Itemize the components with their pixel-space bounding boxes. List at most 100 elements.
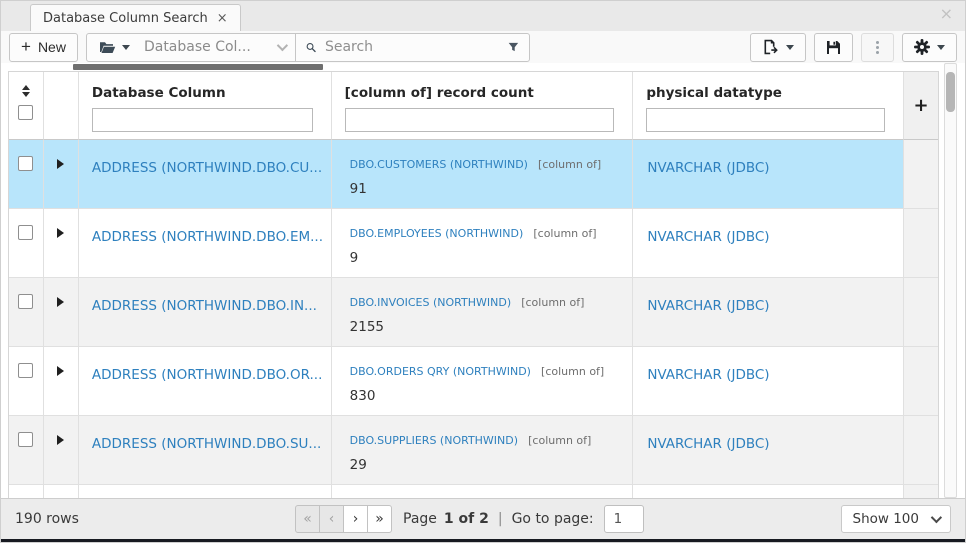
row-expand-cell	[44, 209, 79, 278]
horizontal-scrollbar[interactable]	[8, 63, 939, 71]
goto-page-input[interactable]	[604, 505, 644, 533]
goto-page-label: Go to page:	[512, 511, 594, 527]
table-grid: Database Column [column of] record count…	[8, 71, 939, 498]
database-column-cell: ADDRESS (NORTHWIND.DBO.CU...	[79, 140, 332, 209]
search-box	[295, 34, 529, 61]
database-column-link[interactable]: ADDRESS (NORTHWIND.DBO.OR...	[92, 367, 322, 383]
row-checkbox[interactable]	[18, 156, 33, 171]
parent-table-link[interactable]: DBO.ORDERS QRY (NORTHWIND)	[350, 365, 531, 378]
table-header-row: Database Column [column of] record count…	[9, 72, 938, 140]
parent-table-link[interactable]: DBO.EMPLOYEES (NORTHWIND)	[350, 227, 524, 240]
folder-dropdown-button[interactable]	[87, 34, 140, 61]
previous-page-button[interactable]: ‹	[319, 505, 344, 533]
record-count-cell: DBO.SUPPLIERS (NORTHWIND) [column of] 29	[332, 416, 634, 485]
physical-datatype-link[interactable]: NVARCHAR (JDBC)	[647, 298, 769, 314]
search-type-value: Database Col...	[144, 39, 251, 55]
horizontal-scrollbar-thumb[interactable]	[73, 64, 323, 70]
footer-bar: 190 rows « ‹ › » Page 1 of 2 | Go to pag…	[1, 498, 965, 539]
toolbar: + New Database Col...	[1, 31, 965, 63]
record-count-cell: DBO.CUSTOMERS (NORTHWIND) [column of] 91	[332, 140, 634, 209]
table-row: ADDRESS (NORTHWIND.DBO.CU... DBO.CUSTOME…	[9, 140, 938, 209]
filter-funnel-icon[interactable]	[508, 40, 519, 54]
record-count-cell: DBO.EMPLOYEES (NORTHWIND) [column of] 9	[332, 209, 634, 278]
record-count-value: 91	[350, 181, 623, 197]
physical-datatype-filter-input[interactable]	[646, 108, 885, 132]
row-select-cell	[9, 209, 44, 278]
row-expand-cell	[44, 278, 79, 347]
row-expand-cell	[44, 140, 79, 209]
physical-datatype-cell: NVARCHAR (JDBC)	[633, 416, 904, 485]
tab-close-icon[interactable]: ×	[217, 11, 228, 26]
parent-table-link[interactable]: DBO.INVOICES (NORTHWIND)	[350, 296, 511, 309]
chevron-down-icon	[931, 512, 942, 523]
row-checkbox[interactable]	[18, 294, 33, 309]
caret-down-icon	[122, 45, 130, 50]
physical-datatype-cell: NVARCHAR (JDBC)	[633, 140, 904, 209]
search-type-select[interactable]: Database Col...	[140, 34, 295, 61]
column-header-label[interactable]: [column of] record count	[345, 85, 621, 101]
more-options-button[interactable]	[861, 33, 894, 62]
row-checkbox[interactable]	[18, 432, 33, 447]
column-of-label: [column of]	[521, 296, 584, 309]
record-count-value: 9	[350, 250, 623, 266]
tab-title: Database Column Search	[43, 11, 208, 26]
save-icon	[826, 40, 841, 55]
next-page-button[interactable]: ›	[343, 505, 368, 533]
rows-count-label: 190 rows	[15, 511, 295, 527]
expand-arrow-icon[interactable]	[57, 297, 64, 307]
row-expand-cell	[44, 416, 79, 485]
search-input[interactable]	[325, 39, 499, 55]
row-checkbox[interactable]	[18, 225, 33, 240]
row-select-cell	[9, 278, 44, 347]
column-of-label: [column of]	[541, 365, 604, 378]
parent-table-link[interactable]: DBO.CUSTOMERS (NORTHWIND)	[350, 158, 528, 171]
window-close-icon[interactable]: ×	[940, 6, 953, 22]
page-value: 1 of 2	[444, 511, 489, 527]
vertical-scrollbar-thumb[interactable]	[946, 72, 955, 112]
table-row: ADDRESS (NORTHWIND.DBO.OR... DBO.ORDERS …	[9, 347, 938, 416]
database-column-link[interactable]: ADDRESS (NORTHWIND.DBO.CU...	[92, 160, 322, 176]
record-count-cell: DBO.INVOICES (NORTHWIND) [column of] 215…	[332, 278, 634, 347]
physical-datatype-link[interactable]: NVARCHAR (JDBC)	[647, 436, 769, 452]
expand-arrow-icon[interactable]	[57, 366, 64, 376]
last-page-button[interactable]: »	[367, 505, 392, 533]
header-expand-cell	[44, 72, 79, 140]
row-checkbox[interactable]	[18, 363, 33, 378]
database-column-filter-input[interactable]	[92, 108, 313, 132]
physical-datatype-link[interactable]: NVARCHAR (JDBC)	[647, 229, 769, 245]
export-icon	[762, 39, 779, 55]
row-extra-cell	[904, 416, 938, 485]
add-column-button[interactable]: +	[904, 72, 938, 140]
first-page-button[interactable]: «	[295, 505, 320, 533]
save-button[interactable]	[814, 33, 853, 62]
row-extra-cell	[904, 347, 938, 416]
settings-button[interactable]	[902, 33, 957, 62]
expand-arrow-icon[interactable]	[57, 159, 64, 169]
table-row: ADDRESS (NORTHWIND.DBO.EM... DBO.EMPLOYE…	[9, 209, 938, 278]
select-all-checkbox[interactable]	[18, 105, 33, 120]
table-row: ADDRESS (NORTHWIND.DBO.SU... DBO.SUPPLIE…	[9, 416, 938, 485]
header-select-cell	[9, 72, 44, 140]
database-column-link[interactable]: ADDRESS (NORTHWIND.DBO.SU...	[92, 436, 321, 452]
physical-datatype-link[interactable]: NVARCHAR (JDBC)	[647, 367, 769, 383]
expand-arrow-icon[interactable]	[57, 435, 64, 445]
bottom-edge-bar	[1, 539, 965, 543]
parent-table-link[interactable]: DBO.SUPPLIERS (NORTHWIND)	[350, 434, 518, 447]
new-button[interactable]: + New	[9, 33, 78, 62]
vertical-scrollbar[interactable]	[944, 63, 957, 498]
page-size-select[interactable]: Show 100	[841, 505, 952, 533]
database-column-cell: ADDRESS (NORTHWIND.DBO.EM...	[79, 209, 332, 278]
column-header-label[interactable]: Database Column	[92, 85, 319, 101]
export-button[interactable]	[750, 33, 806, 62]
caret-down-icon	[786, 45, 794, 50]
record-count-cell: DBO.ORDERS QRY (NORTHWIND) [column of] 8…	[332, 347, 634, 416]
tab-database-column-search[interactable]: Database Column Search ×	[30, 4, 241, 31]
physical-datatype-link[interactable]: NVARCHAR (JDBC)	[647, 160, 769, 176]
record-count-filter-input[interactable]	[345, 108, 615, 132]
expand-arrow-icon[interactable]	[57, 228, 64, 238]
search-icon	[306, 40, 316, 55]
sort-icon[interactable]	[22, 85, 30, 97]
column-header-label[interactable]: physical datatype	[646, 85, 891, 101]
database-column-link[interactable]: ADDRESS (NORTHWIND.DBO.IN...	[92, 298, 317, 314]
database-column-link[interactable]: ADDRESS (NORTHWIND.DBO.EM...	[92, 229, 323, 245]
